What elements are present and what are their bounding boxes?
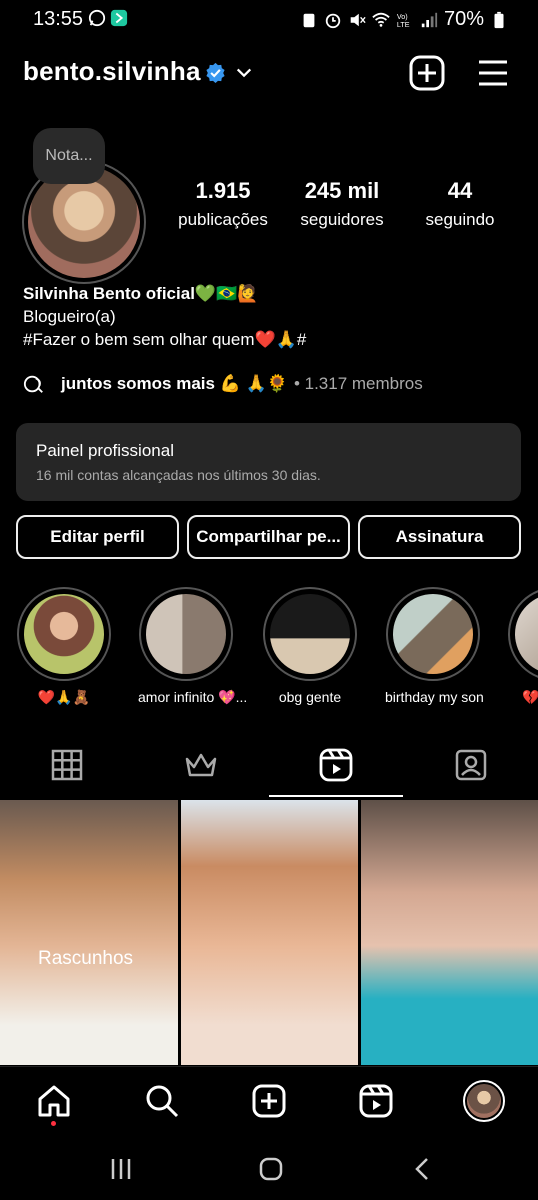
battery-percent: 70% (443, 8, 484, 30)
drafts-label: Rascunhos (38, 948, 134, 969)
category-label: Blogueiro(a) (23, 307, 116, 326)
bio-text: #Fazer o bem sem olhar quem❤️🙏# (23, 330, 307, 349)
community-icon (23, 375, 43, 393)
signal-icon (421, 12, 438, 27)
reel-grid-item[interactable] (181, 800, 358, 1065)
highlight-item[interactable]: obg gente (262, 587, 358, 705)
username[interactable]: bento.silvinha (23, 56, 201, 87)
edit-profile-button[interactable]: Editar perfil (16, 515, 179, 559)
system-nav-bar (0, 1138, 538, 1200)
reels-nav-icon[interactable] (358, 1083, 394, 1119)
wifi-icon (372, 12, 390, 27)
notification-dot (51, 1121, 56, 1126)
volte-icon: Vo)LTE (397, 12, 410, 29)
community-name: juntos somos mais 💪 🙏🌻 (61, 374, 288, 393)
subscription-button[interactable]: Assinatura (358, 515, 521, 559)
display-name: Silvinha Bento oficial💚🇧🇷🙋 (23, 284, 259, 303)
active-tab-indicator (269, 795, 403, 797)
crown-icon[interactable] (181, 745, 221, 785)
panel-title: Painel profissional (36, 441, 174, 460)
profile-nav-avatar[interactable] (463, 1080, 505, 1122)
profile-bio: Silvinha Bento oficial💚🇧🇷🙋 Blogueiro(a) … (23, 282, 503, 351)
app-icon (110, 9, 128, 27)
svg-text:LTE: LTE (397, 20, 410, 29)
create-post-button[interactable] (409, 55, 445, 91)
tagged-icon[interactable] (451, 745, 491, 785)
status-time: 13:55 (33, 8, 84, 30)
whatsapp-icon (88, 9, 106, 27)
status-bar: 13:55 Vo) LTE 70% (0, 0, 538, 38)
highlight-item[interactable]: amor infinito 💖... (138, 587, 247, 706)
menu-icon[interactable] (477, 58, 509, 88)
stat-following[interactable]: 44 seguindo (400, 178, 520, 230)
professional-dashboard[interactable]: Painel profissional 16 mil contas alcanç… (16, 423, 521, 501)
panel-subtitle: 16 mil contas alcançadas nos últimos 30 … (36, 467, 321, 483)
stat-followers[interactable]: 245 mil seguidores (282, 178, 402, 230)
battery-icon (494, 11, 504, 28)
share-profile-button[interactable]: Compartilhar pe... (187, 515, 350, 559)
community-link[interactable]: juntos somos mais 💪 🙏🌻 • 1.317 membros (23, 372, 423, 396)
chevron-down-icon[interactable] (235, 64, 253, 82)
home-icon[interactable] (36, 1083, 72, 1119)
stat-posts[interactable]: 1.915 publicações (163, 178, 283, 230)
verified-badge-icon (206, 62, 225, 83)
lock-icon (303, 13, 315, 27)
mute-icon (350, 13, 366, 26)
search-icon[interactable] (144, 1083, 180, 1119)
draft-grid-item[interactable] (0, 800, 178, 1065)
home-system-icon[interactable] (258, 1156, 284, 1182)
profile-header: bento.silvinha (0, 50, 538, 96)
recent-apps-icon[interactable] (108, 1156, 134, 1182)
reel-grid-item[interactable] (361, 800, 538, 1065)
community-members: • 1.317 membros (293, 374, 423, 393)
highlight-item[interactable]: ❤️🙏🧸 (16, 587, 112, 706)
highlight-item[interactable]: birthday my son (385, 587, 484, 705)
create-icon[interactable] (251, 1083, 287, 1119)
reels-icon[interactable] (316, 745, 356, 785)
note-bubble[interactable]: Nota... (33, 128, 105, 184)
bottom-nav (0, 1066, 538, 1138)
alarm-icon (325, 13, 341, 28)
highlight-item[interactable]: 💔 (508, 587, 538, 706)
back-icon[interactable] (410, 1156, 436, 1182)
grid-icon[interactable] (47, 745, 87, 785)
